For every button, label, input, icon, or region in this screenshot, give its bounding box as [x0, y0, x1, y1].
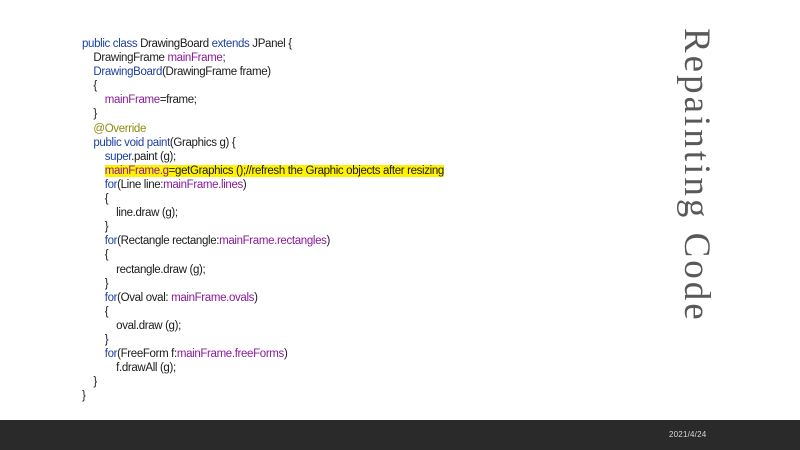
code-keyword: public class [82, 38, 141, 50]
slide: public class DrawingBoard extends JPanel… [0, 0, 800, 420]
code-text: oval.draw (g); [116, 319, 181, 332]
code-line: } [82, 375, 444, 389]
code-text: { [93, 80, 97, 93]
code-text: { [104, 305, 109, 318]
code-line: } [82, 220, 444, 234]
code-text: } [82, 390, 86, 403]
code-field: mainFrame [104, 94, 160, 107]
code-keyword: for [104, 348, 118, 361]
code-text: { [104, 249, 109, 262]
code-text: =getGraphics ();//refresh the Graphic ob… [168, 164, 445, 177]
code-line: public void paint(Graphics g) { [82, 136, 444, 150]
code-text: (Rectangle rectangle: [117, 235, 220, 248]
code-field: mainFrame.rectangles [219, 235, 327, 248]
highlighted-code: mainFrame.g=getGraphics ();//refresh the… [104, 164, 445, 177]
code-line: rectangle.draw (g); [82, 263, 444, 277]
code-text: ) [254, 291, 258, 304]
code-keyword: for [104, 235, 118, 248]
slide-date: 2021/4/24 [669, 430, 707, 439]
code-text: ; [222, 52, 226, 65]
slide-title: Repainting Code [676, 28, 717, 323]
code-text: (DrawingFrame frame) [162, 66, 271, 79]
code-constructor: DrawingBoard [93, 66, 163, 79]
code-type: DrawingFrame [93, 52, 168, 65]
code-text: f.drawAll (g); [116, 362, 176, 375]
code-line: } [82, 277, 444, 291]
code-annotation: @Override [93, 122, 147, 135]
code-text: } [104, 221, 109, 234]
code-text: =frame; [159, 94, 197, 107]
code-text: ) [283, 348, 288, 361]
code-line: { [82, 192, 444, 206]
code-text: JPanel { [252, 38, 292, 50]
code-text: (Graphics g) { [169, 136, 236, 149]
code-line: { [82, 248, 444, 262]
code-line: DrawingBoard(DrawingFrame frame) [82, 65, 444, 79]
code-line: for(Line line:mainFrame.lines) [82, 178, 444, 192]
code-text: } [93, 376, 97, 389]
code-field: mainFrame.ovals [171, 291, 255, 304]
code-text: } [93, 108, 97, 121]
code-line: } [82, 333, 444, 347]
code-keyword: for [104, 178, 118, 191]
code-text: ) [326, 235, 331, 248]
footer-bar: 2021/4/24 [0, 420, 800, 450]
code-line: @Override [82, 122, 444, 136]
code-line: } [82, 107, 444, 121]
code-text: (Oval oval: [117, 291, 172, 304]
code-text: line.draw (g); [116, 207, 178, 220]
code-text: rectangle.draw (g); [116, 263, 206, 276]
code-text: ) [242, 178, 247, 191]
code-line: public class DrawingBoard extends JPanel… [82, 37, 444, 51]
code-line: for(Rectangle rectangle:mainFrame.rectan… [82, 234, 444, 248]
code-keyword: for [104, 291, 118, 304]
code-line: super.paint (g); [82, 150, 444, 164]
code-line: line.draw (g); [82, 206, 444, 220]
code-text: (Line line: [117, 178, 164, 191]
code-line: f.drawAll (g); [82, 361, 444, 375]
code-line: oval.draw (g); [82, 319, 444, 333]
code-line: for(FreeForm f:mainFrame.freeForms) [82, 347, 444, 361]
code-field: mainFrame.g [104, 164, 169, 177]
code-block: public class DrawingBoard extends JPanel… [82, 37, 444, 403]
code-keyword: extends [211, 38, 253, 50]
code-field: mainFrame [167, 52, 223, 65]
code-line: mainFrame=frame; [82, 93, 444, 107]
code-field: mainFrame.freeForms [176, 348, 284, 361]
code-line: for(Oval oval: mainFrame.ovals) [82, 291, 444, 305]
code-method: paint [146, 136, 171, 149]
code-text: .paint (g); [131, 150, 176, 163]
code-text: { [104, 193, 109, 206]
code-line: } [82, 389, 444, 403]
code-text: } [104, 277, 109, 290]
code-keyword: super [104, 150, 132, 163]
code-line: { [82, 79, 444, 93]
code-line-highlighted: mainFrame.g=getGraphics ();//refresh the… [82, 164, 444, 178]
code-text: (FreeForm f: [117, 348, 177, 361]
code-line: DrawingFrame mainFrame; [82, 51, 444, 65]
code-line: { [82, 305, 444, 319]
code-class-name: DrawingBoard [140, 38, 212, 50]
code-text: } [104, 333, 109, 346]
code-field: mainFrame.lines [163, 178, 243, 191]
code-keyword: public void [93, 136, 147, 149]
